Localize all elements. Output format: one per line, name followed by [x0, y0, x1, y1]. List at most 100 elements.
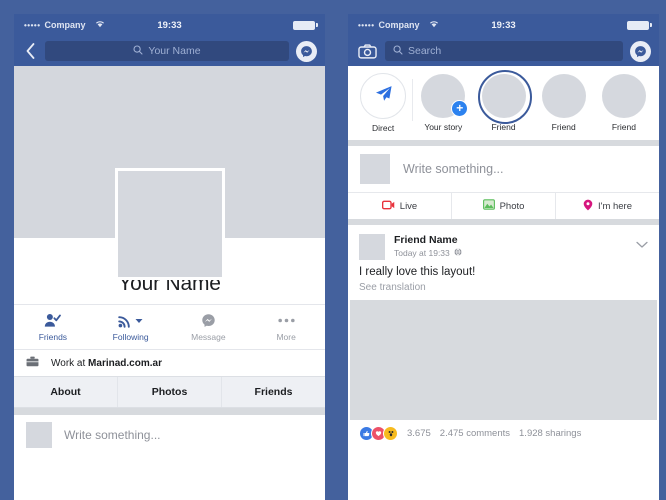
more-button-label: More — [276, 332, 296, 342]
messenger-icon[interactable] — [630, 40, 651, 62]
left-composer[interactable]: Write something... — [14, 415, 325, 455]
story-avatar — [601, 74, 646, 118]
avatar[interactable] — [359, 234, 385, 260]
story-label: Friend — [611, 122, 636, 132]
avatar — [360, 154, 390, 184]
left-nav-bar: Your Name — [14, 36, 325, 66]
section-divider — [14, 408, 325, 415]
profile-photo-wrapper — [14, 168, 325, 280]
following-button-label: Following — [112, 332, 149, 342]
tab-friends[interactable]: Friends — [222, 377, 325, 407]
messenger-icon[interactable] — [296, 40, 317, 62]
more-dots-icon — [278, 312, 295, 329]
more-button[interactable]: More — [247, 305, 325, 349]
reaction-icons[interactable] — [359, 425, 398, 441]
messenger-icon — [201, 312, 216, 329]
right-phone-feed-screen: ••••• Company 19:33 Search Direct + Your… — [348, 14, 659, 500]
see-translation-link[interactable]: See translation — [348, 280, 659, 300]
right-nav-bar: Search — [348, 36, 659, 66]
photo-button[interactable]: Photo — [452, 193, 556, 219]
screenshot-canvas: ••••• Company 19:33 Your Name Your Name … — [0, 0, 666, 500]
profile-photo[interactable] — [114, 168, 225, 280]
status-bar: ••••• Company 19:33 — [348, 14, 659, 36]
plus-icon[interactable]: + — [451, 100, 469, 117]
chevron-down-icon[interactable] — [636, 234, 648, 254]
work-row-text: Work at Marinad.com.ar — [51, 358, 162, 369]
story-item-your-story[interactable]: + Your story — [413, 74, 473, 132]
feed-composer[interactable]: Write something... — [348, 146, 659, 192]
following-rss-icon — [118, 312, 143, 329]
post-meta: Friend Name Today at 19:33 — [394, 234, 627, 258]
search-input[interactable]: Search — [385, 41, 623, 61]
search-icon — [393, 44, 403, 58]
paper-plane-icon — [374, 84, 393, 108]
camera-icon[interactable] — [356, 40, 378, 62]
story-label: Friend — [551, 122, 576, 132]
tab-about[interactable]: About — [14, 377, 118, 407]
profile-action-row: Friends Following Message More — [14, 304, 325, 349]
unseen-story-ring — [477, 70, 532, 124]
stories-tray: Direct + Your story Friend Friend Friend — [348, 66, 659, 140]
story-label: Your story — [424, 122, 463, 132]
left-phone-profile-screen: ••••• Company 19:33 Your Name Your Name … — [14, 14, 325, 500]
tab-photos-label: Photos — [151, 386, 188, 398]
briefcase-icon — [26, 356, 39, 370]
work-employer: Marinad.com.ar — [88, 357, 162, 369]
story-item-friend-1[interactable]: Friend — [473, 70, 533, 132]
story-avatar: + — [421, 74, 469, 118]
message-button-label: Message — [191, 332, 226, 342]
comment-count[interactable]: 2.475 comments — [440, 428, 510, 439]
clock-label: 19:33 — [157, 19, 182, 31]
status-bar: ••••• Company 19:33 — [14, 14, 325, 36]
following-button[interactable]: Following — [92, 305, 170, 349]
message-button[interactable]: Message — [170, 305, 248, 349]
composer-placeholder: Write something... — [64, 428, 161, 442]
friend-check-icon — [44, 312, 62, 329]
live-video-icon — [381, 200, 395, 213]
avatar — [26, 422, 52, 448]
composer-placeholder: Write something... — [403, 162, 504, 176]
photo-button-label: Photo — [499, 200, 525, 212]
location-pin-icon — [583, 199, 593, 214]
search-input-placeholder: Search — [408, 45, 442, 57]
story-item-friend-2[interactable]: Friend — [534, 74, 594, 132]
wow-icon — [383, 425, 398, 441]
story-avatar — [477, 70, 532, 124]
story-label: Direct — [372, 123, 395, 133]
post-header: Friend Name Today at 19:33 — [348, 225, 659, 263]
friends-button-label: Friends — [38, 332, 68, 342]
post-author[interactable]: Friend Name — [394, 234, 627, 246]
checkin-button[interactable]: I'm here — [556, 193, 659, 219]
direct-avatar — [360, 73, 407, 119]
work-row[interactable]: Work at Marinad.com.ar — [14, 349, 325, 376]
clock-label: 19:33 — [491, 19, 516, 31]
work-prefix: Work at — [51, 357, 89, 369]
battery-full-icon — [627, 20, 652, 30]
battery-full-icon — [293, 20, 318, 30]
tab-friends-label: Friends — [254, 386, 293, 398]
chevron-left-icon[interactable] — [22, 40, 38, 62]
live-button[interactable]: Live — [348, 193, 452, 219]
post-submeta: Today at 19:33 — [394, 248, 627, 258]
friends-button[interactable]: Friends — [14, 305, 92, 349]
checkin-button-label: I'm here — [597, 200, 633, 212]
search-input-value: Your Name — [148, 45, 201, 57]
composer-quick-actions: Live Photo I'm here — [348, 192, 659, 219]
story-avatar — [541, 74, 586, 118]
post-stats-row: 3.675 2.475 comments 1.928 sharings — [348, 420, 659, 446]
caret-down-icon — [135, 318, 143, 323]
tab-photos[interactable]: Photos — [118, 377, 222, 407]
post-image[interactable] — [350, 300, 657, 420]
search-icon — [133, 44, 143, 58]
cover-photo[interactable] — [14, 66, 325, 280]
live-button-label: Live — [399, 200, 418, 212]
photo-icon — [482, 199, 495, 213]
search-input[interactable]: Your Name — [45, 41, 289, 61]
globe-icon — [454, 248, 462, 258]
story-item-direct[interactable]: Direct — [353, 73, 414, 133]
share-count[interactable]: 1.928 sharings — [519, 428, 581, 439]
post-timestamp: Today at 19:33 — [394, 248, 450, 258]
post-body-text: I really love this layout! — [359, 266, 476, 278]
tab-about-label: About — [50, 386, 81, 398]
story-item-friend-3[interactable]: Friend — [594, 74, 654, 132]
